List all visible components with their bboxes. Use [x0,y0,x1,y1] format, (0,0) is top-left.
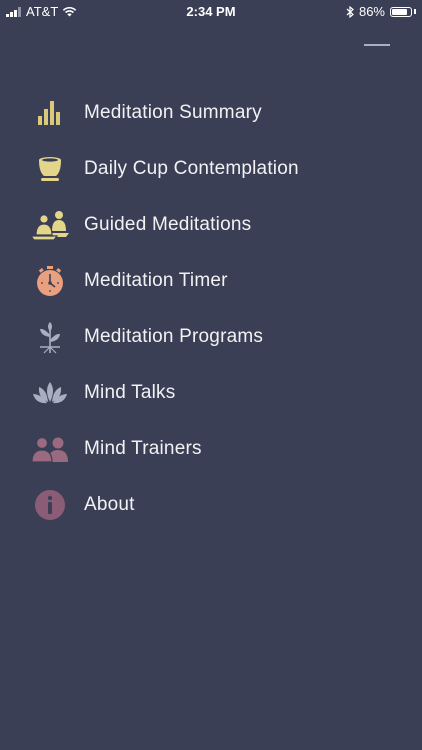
menu-item-meditation-programs[interactable]: Meditation Programs [0,309,422,365]
info-icon [0,489,92,521]
stopwatch-icon [0,265,92,297]
menu-label: Mind Trainers [84,438,202,459]
menu-item-meditation-summary[interactable]: Meditation Summary [0,85,422,141]
battery-percent: 86% [358,4,385,19]
menu-item-mind-trainers[interactable]: Mind Trainers [0,421,422,477]
bluetooth-icon [346,5,354,18]
menu-label: Daily Cup Contemplation [84,158,299,179]
battery-fill [392,8,407,15]
menu-item-guided-meditations[interactable]: Guided Meditations [0,197,422,253]
battery-icon [390,6,412,17]
people-icon [0,436,92,462]
menu-label: Meditation Summary [84,102,262,123]
menu-item-daily-cup-contemplation[interactable]: Daily Cup Contemplation [0,141,422,197]
close-menu-button[interactable] [364,44,390,46]
side-menu: Meditation Summary Daily Cup Contemplati… [0,85,422,533]
meditating-people-icon [0,209,92,241]
sprout-icon [0,319,92,355]
status-bar: AT&T 2:34 PM 86% [0,0,422,24]
battery-tip [414,9,416,14]
menu-item-meditation-timer[interactable]: Meditation Timer [0,253,422,309]
cup-icon [0,155,92,183]
menu-label: Mind Talks [84,382,176,403]
menu-item-about[interactable]: About [0,477,422,533]
menu-label: About [84,494,135,515]
lotus-icon [0,380,92,406]
menu-label: Meditation Timer [84,270,228,291]
bar-chart-icon [0,100,92,126]
menu-label: Meditation Programs [84,326,264,347]
status-right: 86% [346,4,416,19]
menu-label: Guided Meditations [84,214,252,235]
menu-item-mind-talks[interactable]: Mind Talks [0,365,422,421]
